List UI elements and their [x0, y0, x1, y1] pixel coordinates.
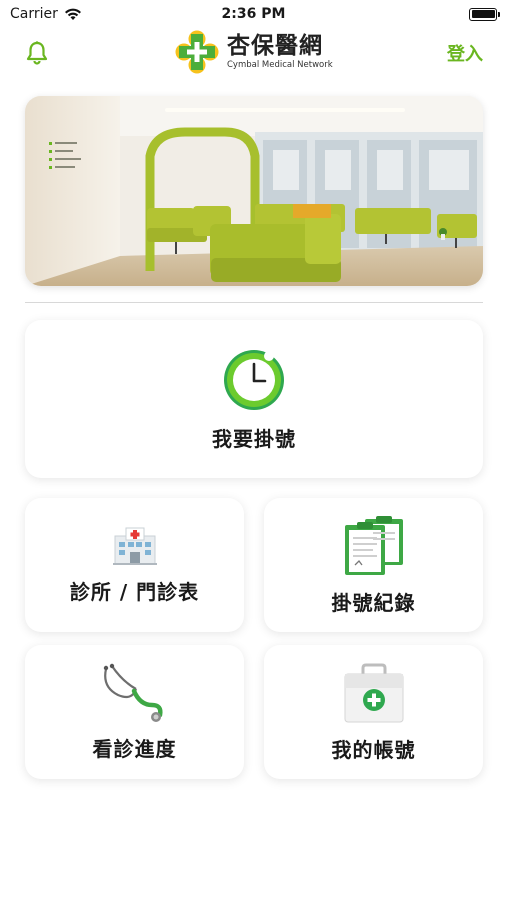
wifi-icon — [64, 8, 81, 20]
stethoscope-icon — [103, 663, 163, 722]
cross-logo-icon — [175, 30, 219, 74]
app-title: 杏保醫網 — [227, 33, 323, 59]
hospital-icon — [112, 527, 157, 565]
status-bar: Carrier 2:36 PM — [0, 0, 507, 28]
progress-label: 看診進度 — [92, 736, 177, 761]
clinic-banner-image — [25, 96, 483, 286]
app-subtitle: Cymbal Medical Network — [227, 60, 333, 70]
app-logo: 杏保醫網 Cymbal Medical Network — [175, 30, 333, 74]
register-label: 我要掛號 — [212, 426, 296, 451]
clinics-label: 診所 / 門診表 — [69, 579, 200, 604]
login-button[interactable]: 登入 — [447, 40, 483, 66]
progress-card[interactable]: 看診進度 — [25, 645, 244, 779]
records-label: 掛號紀錄 — [331, 590, 416, 615]
account-label: 我的帳號 — [331, 737, 416, 762]
battery-icon — [469, 7, 500, 21]
carrier-label: Carrier — [10, 6, 58, 22]
medical-bag-icon — [344, 663, 403, 722]
clock-icon — [224, 349, 284, 410]
app-header: 杏保醫網 Cymbal Medical Network 登入 — [0, 28, 507, 80]
divider — [25, 302, 483, 303]
records-card[interactable]: 掛號紀錄 — [264, 498, 483, 632]
status-left: Carrier — [10, 6, 82, 22]
bell-icon[interactable] — [24, 40, 50, 66]
clinics-card[interactable]: 診所 / 門診表 — [25, 498, 244, 632]
account-card[interactable]: 我的帳號 — [264, 645, 483, 779]
clipboard-icon — [344, 515, 403, 575]
register-card[interactable]: 我要掛號 — [25, 320, 483, 478]
